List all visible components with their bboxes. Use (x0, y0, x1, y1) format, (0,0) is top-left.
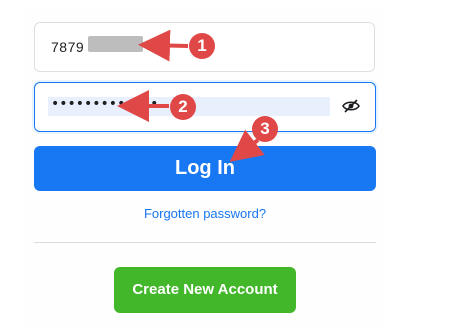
login-button[interactable]: Log In (34, 146, 376, 191)
create-new-account-button[interactable]: Create New Account (114, 267, 296, 313)
eye-off-icon[interactable] (342, 99, 360, 113)
divider (34, 242, 376, 243)
email-field-value: 7879 (51, 39, 85, 55)
annotation-badge-3: 3 (252, 116, 278, 142)
forgotten-password-link[interactable]: Forgotten password? (34, 206, 376, 221)
annotation-badge-1: 1 (189, 33, 215, 59)
password-masked-value: ••••••••••••• (51, 96, 159, 112)
annotation-badge-2: 2 (170, 94, 196, 120)
login-screen: 7879 ••••••••••••• Log In Forgotten pass… (0, 0, 466, 331)
redacted-text-block (88, 36, 143, 52)
